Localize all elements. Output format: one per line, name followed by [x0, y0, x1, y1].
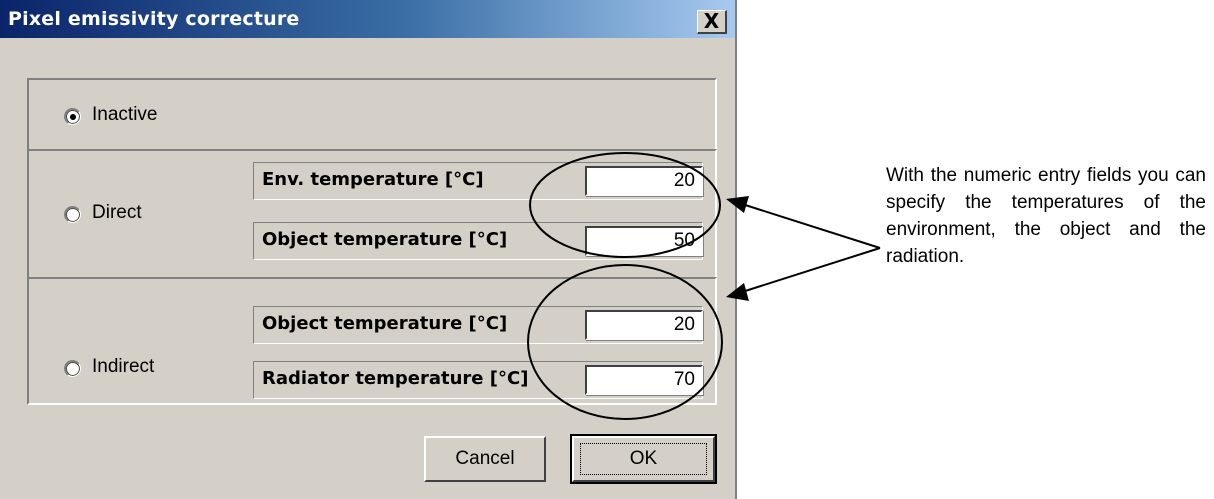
- ok-button[interactable]: OK: [570, 434, 717, 484]
- annotation-text: With the numeric entry fields you can sp…: [886, 165, 1206, 267]
- arrow-line-upper: [741, 203, 881, 249]
- radiator-temperature-input[interactable]: 70: [585, 365, 703, 395]
- indirect-object-temperature-input[interactable]: 20: [585, 310, 703, 340]
- indirect-radio[interactable]: [64, 360, 81, 377]
- close-icon: X: [703, 9, 720, 33]
- inactive-label[interactable]: Inactive: [92, 104, 157, 126]
- ok-button-label: OK: [629, 448, 658, 469]
- dialog-title: Pixel emissivity correcture: [8, 8, 300, 30]
- env-temperature-input[interactable]: 20: [585, 166, 703, 196]
- inactive-radio[interactable]: [64, 108, 81, 125]
- direct-object-temperature-input[interactable]: 50: [585, 226, 703, 256]
- ok-focus-rect: OK: [580, 443, 707, 475]
- close-button[interactable]: X: [697, 10, 727, 34]
- title-bar: Pixel emissivity correcture X: [0, 0, 735, 38]
- indirect-label[interactable]: Indirect: [92, 356, 154, 378]
- direct-label[interactable]: Direct: [92, 202, 142, 224]
- cancel-button-label: Cancel: [455, 448, 515, 469]
- direct-radio[interactable]: [64, 206, 81, 223]
- arrow-line-lower: [741, 247, 881, 293]
- emissivity-dialog: Pixel emissivity correcture X Inactive D…: [0, 0, 737, 499]
- cancel-button[interactable]: Cancel: [424, 436, 546, 482]
